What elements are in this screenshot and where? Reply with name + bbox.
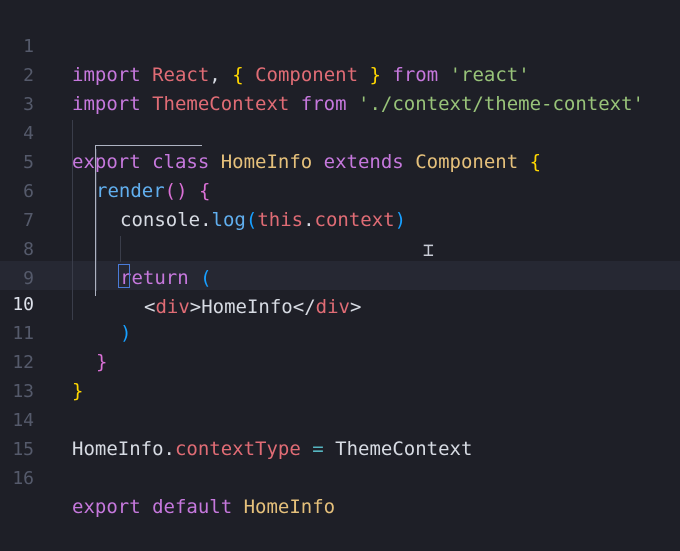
brace: } [369,64,381,86]
method-name: log [211,209,246,231]
keyword: export [72,496,141,518]
keyword: extends [312,151,416,173]
paren: ( [245,209,258,231]
code-line: 11 } [0,290,107,373]
line-number: 16 [12,468,34,489]
paren: ) [120,322,132,344]
code-line: 15 [0,406,46,460]
code-line: 8 return ( [0,206,211,289]
jsx-tag: div [155,296,190,318]
code-line: 4 export class HomeInfo extends Componen… [0,90,541,173]
code-line: 7 [0,177,46,231]
code-line: 9 <div>HomeInfo</div> [0,235,361,318]
identifier: HomeInfo [72,438,164,460]
keyword: from [380,64,450,86]
punctuation: > [349,296,362,318]
keyword: from [289,93,358,115]
keyword: class [140,151,221,173]
identifier: console [120,209,201,231]
brace: } [72,380,84,402]
punctuation: > [189,296,202,318]
i-beam-icon: ⌶ [423,240,434,261]
string-literal: './context/theme-context' [358,93,644,115]
operator: = [300,438,336,460]
code-line: 1 import React, { Component } from 'reac… [0,3,530,86]
paren: ) [394,209,407,231]
keyword: import [72,93,141,115]
paren: ( [188,267,212,289]
identifier: React [152,64,210,86]
punctuation: </ [292,296,316,318]
identifier: ThemeContext [335,438,473,460]
bracket-match-cursor [118,264,130,288]
code-line: 13 [0,348,46,402]
property: context [314,209,395,231]
punctuation: . [200,209,212,231]
code-line: 6 console.log(this.context) [0,148,406,231]
code-line: 3 [0,61,46,115]
punctuation: < [144,296,156,318]
brace: { [187,180,211,202]
identifier: ThemeContext [140,93,290,115]
brace: { [232,64,244,86]
jsx-text: HomeInfo [201,296,293,318]
class-name: Component [415,151,519,173]
code-line: 14 HomeInfo.contextType = ThemeContext [0,377,472,460]
class-name: HomeInfo [220,151,313,173]
keyword: default [140,496,244,518]
class-name: HomeInfo [243,496,336,518]
code-editor[interactable]: 1 import React, { Component } from 'reac… [0,0,680,518]
code-line: 5 render() { [0,119,210,202]
punctuation: . [303,209,315,231]
property: contextType [174,438,301,460]
keyword: export [72,151,141,173]
keyword-this: this [257,209,304,231]
jsx-tag: div [315,296,350,318]
punctuation: . [163,438,175,460]
method-name: render [96,180,165,202]
code-line: 12 } [0,319,83,402]
parens: () [164,180,188,202]
keyword: return [120,267,189,289]
keyword: import [72,64,141,86]
string-literal: 'react' [449,64,530,86]
code-line: 16 export default HomeInfo [0,435,335,518]
punctuation: , [209,64,233,86]
code-line-active: 10 ) [0,261,131,344]
identifier: Component [243,64,370,86]
brace: } [96,351,108,373]
code-line: 2 import ThemeContext from './context/th… [0,32,644,115]
brace: { [518,151,542,173]
